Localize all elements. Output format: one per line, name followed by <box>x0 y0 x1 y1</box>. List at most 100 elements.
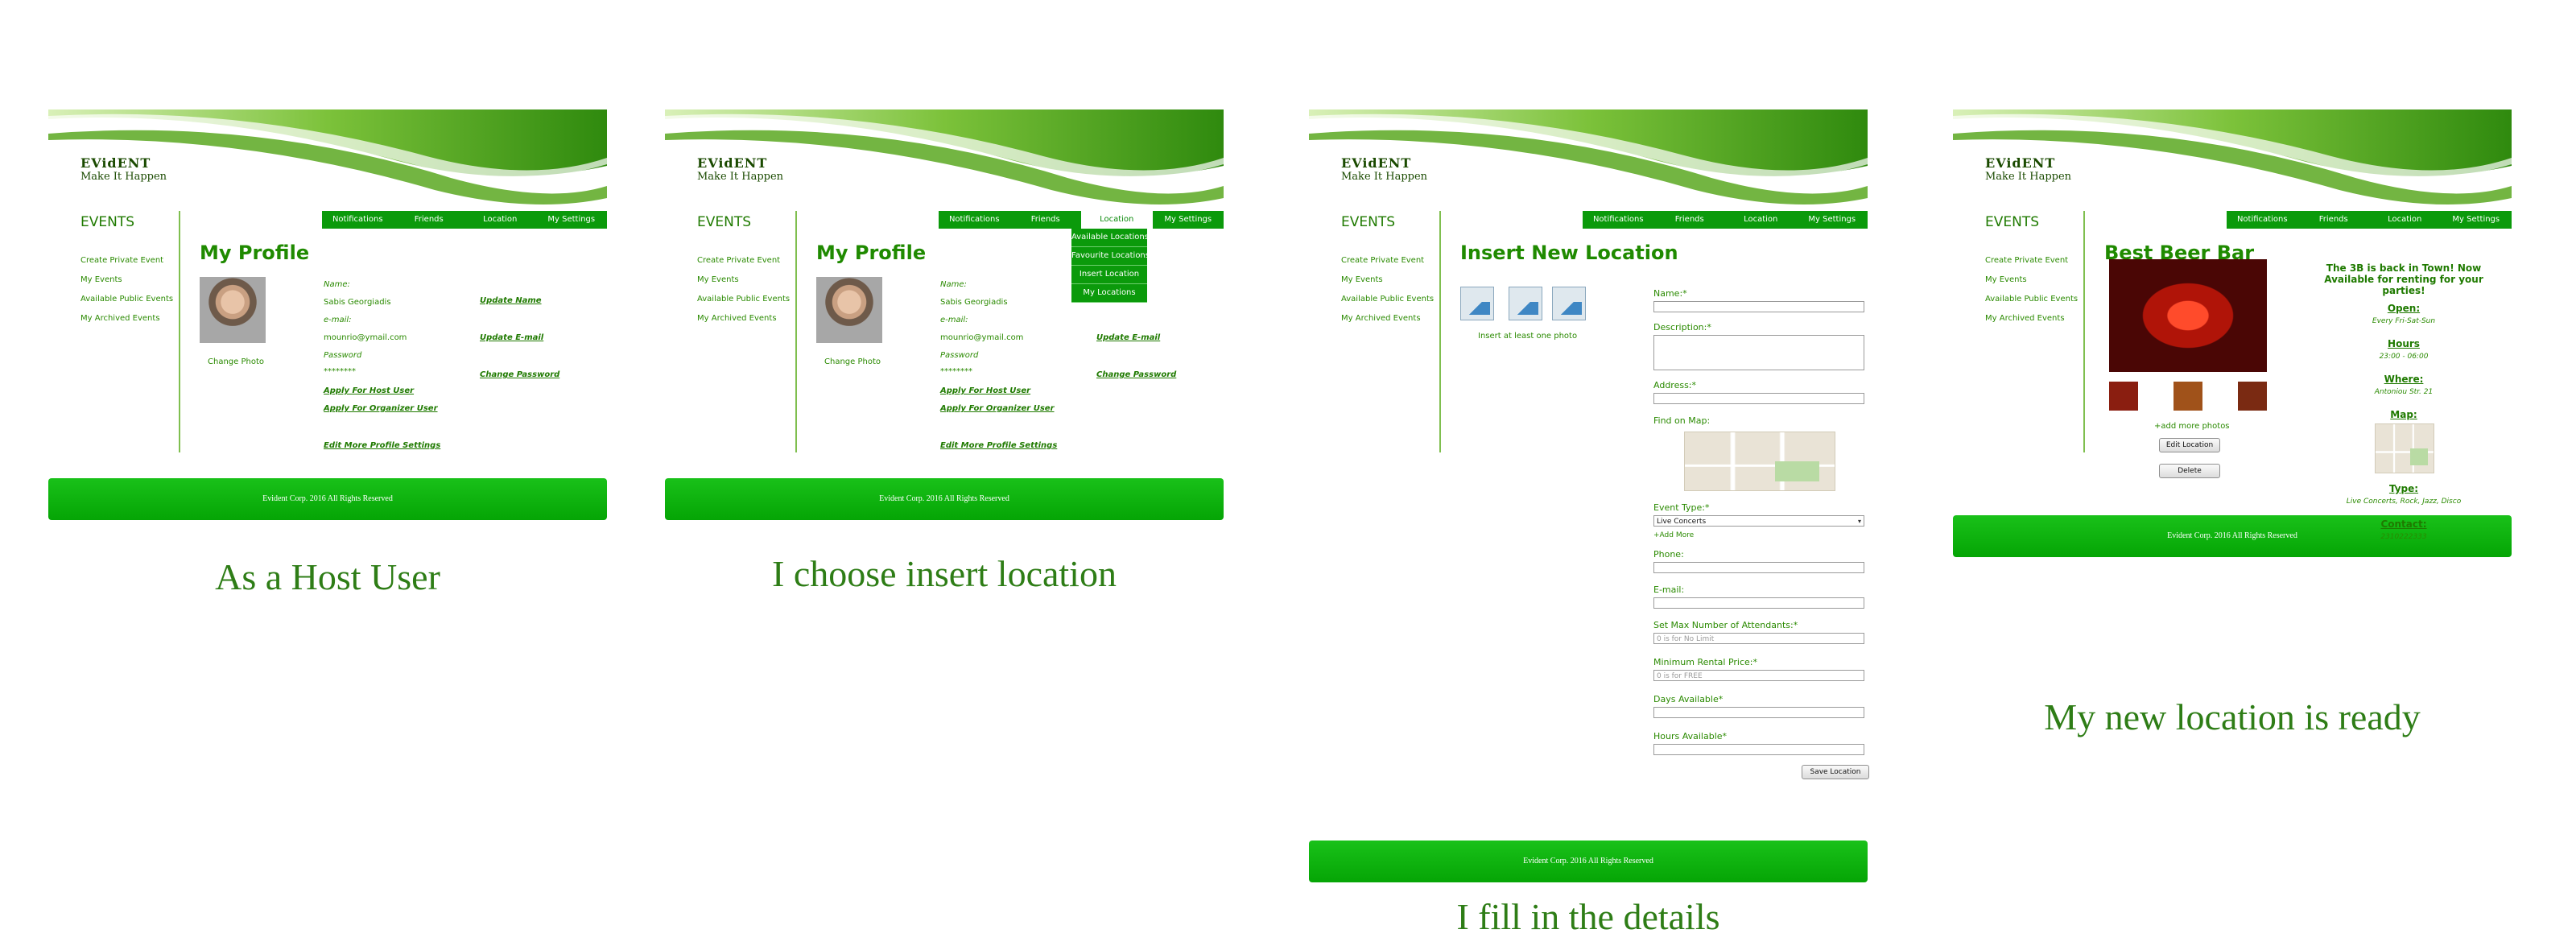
address-field-label: Address:* <box>1653 380 1697 390</box>
sidebar-item-create-private-event[interactable]: Create Private Event <box>697 251 790 271</box>
nav-notifications[interactable]: Notifications <box>1583 211 1654 229</box>
apply-organizer-user-link[interactable]: Apply For Organizer User <box>324 404 438 413</box>
nav-my-settings[interactable]: My Settings <box>2441 211 2512 229</box>
days-available-field[interactable] <box>1653 707 1864 718</box>
events-heading: EVENTS <box>697 214 752 230</box>
update-email-link[interactable]: Update E-mail <box>480 333 543 342</box>
add-more-link[interactable]: +Add More <box>1653 531 1694 539</box>
caption-location-ready: My new location is ready <box>2044 696 2421 737</box>
caption-choose-insert-location: I choose insert location <box>772 553 1117 594</box>
photo-hint: Insert at least one photo <box>1478 332 1578 341</box>
nav-location[interactable]: Location <box>1081 211 1153 229</box>
menu-item-insert-location[interactable]: Insert Location <box>1071 266 1147 284</box>
nav-my-settings[interactable]: My Settings <box>1797 211 1868 229</box>
page-title: My Profile <box>816 242 927 264</box>
sidebar-item-create-private-event[interactable]: Create Private Event <box>1341 251 1434 271</box>
update-name-link[interactable]: Update Name <box>480 296 542 305</box>
max-attendants-field[interactable]: 0 is for No Limit <box>1653 633 1864 644</box>
sidebar-item-my-archived-events[interactable]: My Archived Events <box>697 309 790 328</box>
nav-my-settings[interactable]: My Settings <box>1153 211 1224 229</box>
apply-host-user-link[interactable]: Apply For Host User <box>940 386 1030 395</box>
brand-logo[interactable]: EVidENT Make It Happen <box>1341 156 1427 184</box>
sidebar-item-my-events[interactable]: My Events <box>1341 271 1434 290</box>
sidebar-item-my-archived-events[interactable]: My Archived Events <box>1341 309 1434 328</box>
location-thumbnail-2[interactable] <box>2174 382 2202 411</box>
password-label: Password <box>324 351 362 360</box>
edit-profile-settings-link[interactable]: Edit More Profile Settings <box>324 441 440 450</box>
photo-upload-slot-1[interactable] <box>1460 287 1494 320</box>
menu-item-my-locations[interactable]: My Locations <box>1071 284 1147 303</box>
location-thumbnail-3[interactable] <box>2238 382 2267 411</box>
where-heading: Where: <box>2384 374 2424 385</box>
sidebar: Create Private Event My Events Available… <box>697 251 790 328</box>
find-on-map-label: Find on Map: <box>1653 415 1711 426</box>
sidebar-item-available-public-events[interactable]: Available Public Events <box>80 290 173 309</box>
sidebar-item-my-archived-events[interactable]: My Archived Events <box>80 309 173 328</box>
change-password-link[interactable]: Change Password <box>480 370 559 379</box>
nav-notifications[interactable]: Notifications <box>322 211 394 229</box>
sidebar-item-available-public-events[interactable]: Available Public Events <box>1985 290 2078 309</box>
min-rental-price-label: Minimum Rental Price:* <box>1653 657 1758 667</box>
change-photo-link[interactable]: Change Photo <box>824 357 881 366</box>
sidebar-item-create-private-event[interactable]: Create Private Event <box>1985 251 2078 271</box>
email-value: mounrio@ymail.com <box>324 333 407 342</box>
nav-location[interactable]: Location <box>464 211 536 229</box>
brand-logo[interactable]: EVidENT Make It Happen <box>1985 155 2071 184</box>
brand-logo[interactable]: EVidENT Make It Happen <box>697 156 783 184</box>
nav-friends[interactable]: Friends <box>1010 211 1082 229</box>
phone-field-label: Phone: <box>1653 549 1684 560</box>
chevron-down-icon: ▾ <box>1857 518 1861 525</box>
profile-photo <box>200 277 266 343</box>
sidebar-item-create-private-event[interactable]: Create Private Event <box>80 251 173 271</box>
description-field[interactable] <box>1653 335 1864 370</box>
nav-notifications[interactable]: Notifications <box>2227 211 2298 229</box>
phone-field[interactable] <box>1653 562 1864 573</box>
event-type-label: Event Type:* <box>1653 502 1710 513</box>
header-banner: EVidENT Make It Happen <box>665 109 1224 211</box>
apply-host-user-link[interactable]: Apply For Host User <box>324 386 414 395</box>
sidebar-item-available-public-events[interactable]: Available Public Events <box>697 290 790 309</box>
sidebar-divider <box>179 211 180 452</box>
brand-title: EVidENT <box>1985 155 2056 171</box>
sidebar-item-my-archived-events[interactable]: My Archived Events <box>1985 309 2078 328</box>
sidebar-item-available-public-events[interactable]: Available Public Events <box>1341 290 1434 309</box>
edit-location-button[interactable]: Edit Location <box>2159 438 2220 452</box>
sidebar-item-my-events[interactable]: My Events <box>80 271 173 290</box>
password-value: ******** <box>940 367 972 376</box>
nav-notifications[interactable]: Notifications <box>939 211 1010 229</box>
nav-location[interactable]: Location <box>1725 211 1797 229</box>
apply-organizer-user-link[interactable]: Apply For Organizer User <box>940 404 1055 413</box>
location-map[interactable] <box>1684 432 1835 491</box>
photo-upload-slot-2[interactable] <box>1509 287 1542 320</box>
event-type-select[interactable]: Live Concerts ▾ <box>1653 515 1864 527</box>
email-field[interactable] <box>1653 597 1864 609</box>
nav-location[interactable]: Location <box>2369 211 2441 229</box>
menu-item-available-locations[interactable]: Available Locations <box>1071 229 1149 247</box>
sidebar-item-my-events[interactable]: My Events <box>697 271 790 290</box>
hours-available-field[interactable] <box>1653 744 1864 755</box>
contact-heading: Contact: <box>2380 518 2427 530</box>
nav-friends[interactable]: Friends <box>2298 211 2370 229</box>
nav-friends[interactable]: Friends <box>1654 211 1726 229</box>
sidebar-item-my-events[interactable]: My Events <box>1985 271 2078 290</box>
brand-logo[interactable]: EVidENT Make It Happen <box>80 156 167 184</box>
menu-item-favourite-locations[interactable]: Favourite Locations <box>1071 247 1150 266</box>
nav-friends[interactable]: Friends <box>394 211 465 229</box>
change-password-link[interactable]: Change Password <box>1096 370 1176 379</box>
edit-profile-settings-link[interactable]: Edit More Profile Settings <box>940 441 1057 450</box>
address-field[interactable] <box>1653 393 1864 404</box>
save-location-button[interactable]: Save Location <box>1802 765 1869 779</box>
top-nav: Notifications Friends Location My Settin… <box>2227 211 2512 229</box>
change-photo-link[interactable]: Change Photo <box>208 357 264 366</box>
footer: Evident Corp. 2016 All Rights Reserved <box>665 478 1224 520</box>
location-thumbnail-1[interactable] <box>2109 382 2138 411</box>
nav-my-settings[interactable]: My Settings <box>536 211 608 229</box>
location-map[interactable] <box>2375 423 2434 473</box>
name-field[interactable] <box>1653 301 1864 312</box>
min-rental-price-field[interactable]: 0 is for FREE <box>1653 670 1864 681</box>
add-more-photos-link[interactable]: +add more photos <box>2154 422 2230 431</box>
update-email-link[interactable]: Update E-mail <box>1096 333 1160 342</box>
delete-button[interactable]: Delete <box>2159 464 2220 478</box>
photo-upload-slot-3[interactable] <box>1552 287 1586 320</box>
brand-subtitle: Make It Happen <box>80 171 167 183</box>
